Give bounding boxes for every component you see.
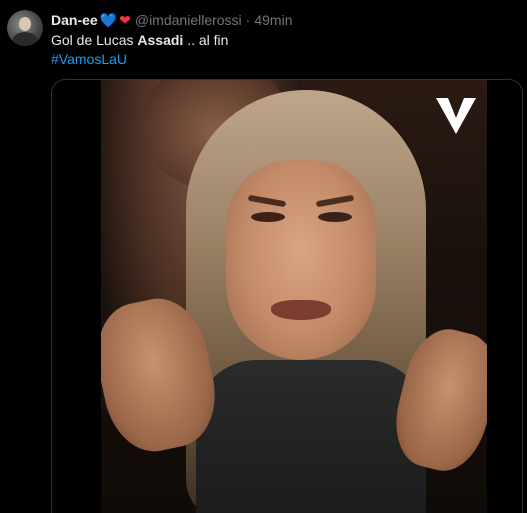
- tweet-text-suffix: .. al fin: [183, 32, 229, 48]
- hashtag-link[interactable]: #VamosLaU: [51, 51, 127, 67]
- mouth: [271, 300, 331, 320]
- blue-heart-icon: 💙: [99, 12, 118, 28]
- user-handle[interactable]: @imdaniellerossi: [135, 12, 242, 28]
- left-eye: [251, 212, 285, 222]
- left-brow: [247, 194, 287, 208]
- tweet-text-bold: Assadi: [137, 32, 184, 48]
- tweet-header: Dan-ee 💙 ❤ @imdaniellerossi · 49min: [51, 11, 292, 29]
- right-brow: [315, 194, 355, 208]
- tweet[interactable]: Dan-ee 💙 ❤ @imdaniellerossi · 49min Gol …: [0, 0, 527, 513]
- avatar[interactable]: [7, 10, 43, 46]
- right-eye: [318, 212, 352, 222]
- tweet-text: Gol de Lucas Assadi .. al fin: [51, 32, 228, 48]
- avatar-shoulders: [12, 32, 38, 46]
- red-heart-icon: ❤: [119, 12, 131, 28]
- display-name[interactable]: Dan-ee: [51, 12, 98, 28]
- tweet-text-prefix: Gol de Lucas: [51, 32, 138, 48]
- v-logo-icon: [436, 98, 476, 134]
- woman-face: [226, 160, 376, 360]
- timestamp[interactable]: 49min: [254, 12, 292, 28]
- video-frame[interactable]: [101, 80, 487, 513]
- separator-dot: ·: [245, 12, 251, 28]
- woman-body: [196, 360, 426, 513]
- avatar-face: [19, 17, 31, 31]
- tweet-media[interactable]: [51, 79, 523, 513]
